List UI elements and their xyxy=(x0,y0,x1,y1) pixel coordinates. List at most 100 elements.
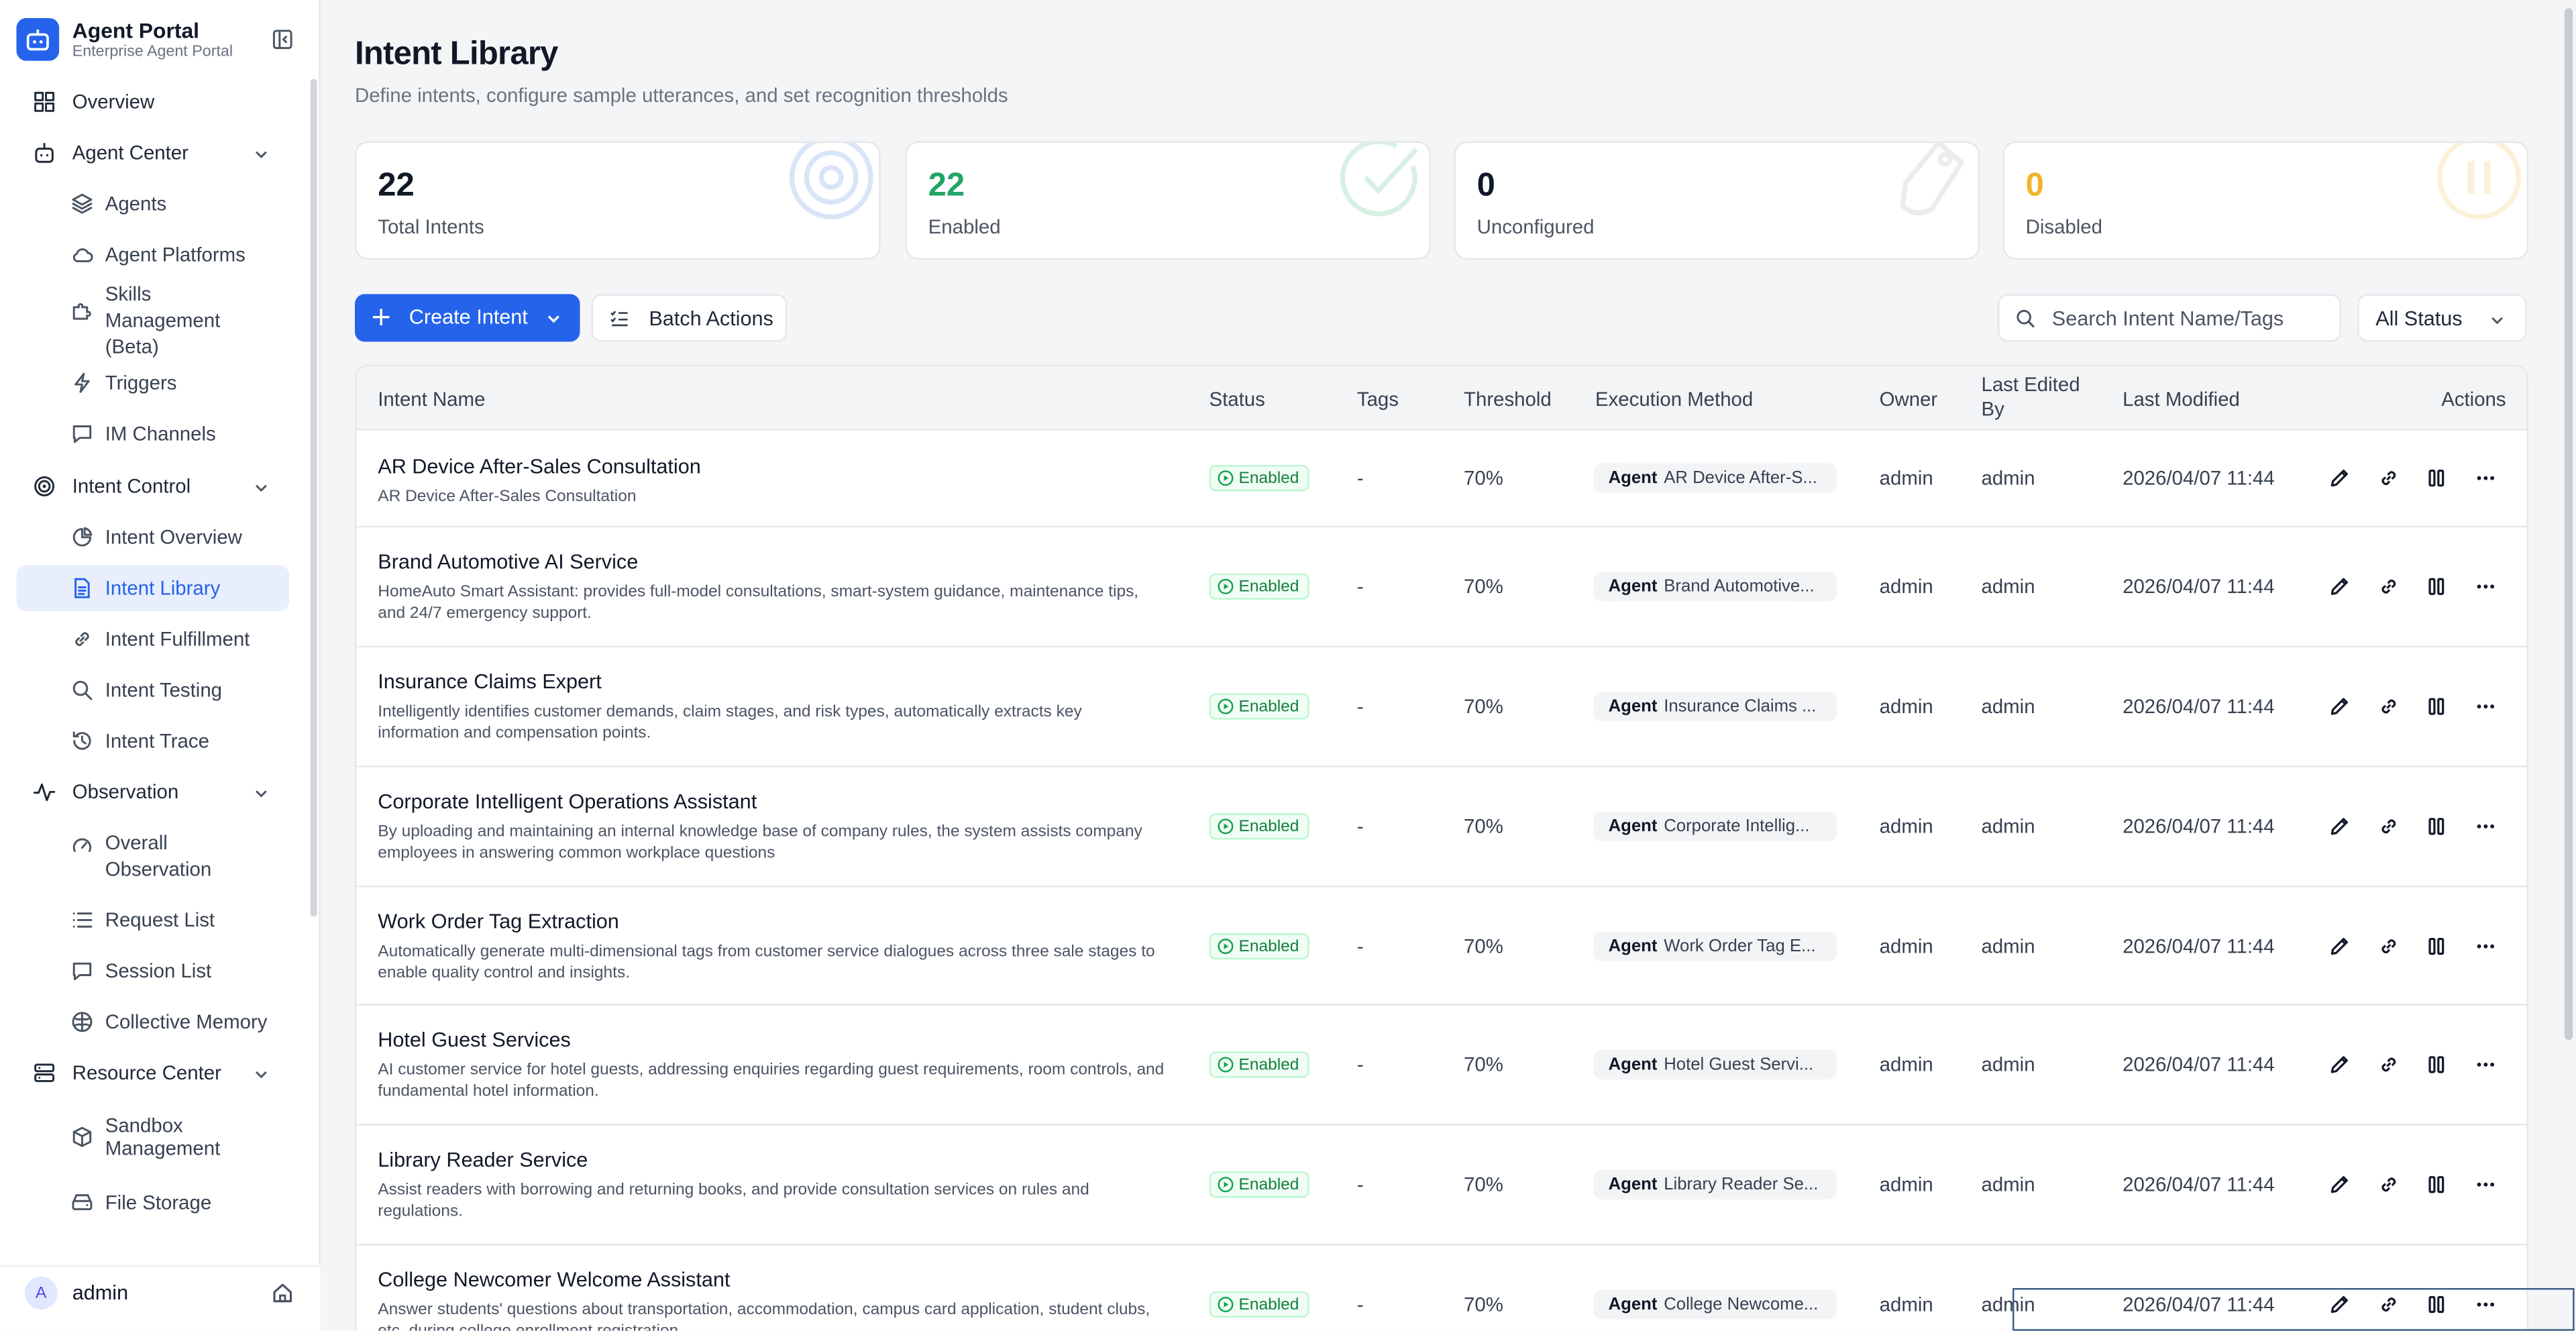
user-name[interactable]: admin xyxy=(72,1281,128,1304)
chevron-down-icon[interactable] xyxy=(253,784,269,800)
sidebar-item-agent-platforms[interactable]: Agent Platforms xyxy=(16,231,289,278)
last-edited-by-cell: admin xyxy=(1981,935,2035,958)
col-tags[interactable]: Tags xyxy=(1357,388,1399,411)
more-icon[interactable] xyxy=(2474,467,2497,490)
col-last-edited-by[interactable]: Last Edited By xyxy=(1981,373,2096,422)
sidebar-item-intent-control[interactable]: Intent Control xyxy=(16,464,289,510)
home-icon[interactable] xyxy=(271,1281,294,1304)
chevron-down-icon[interactable] xyxy=(253,478,269,494)
edit-icon[interactable] xyxy=(2328,695,2351,718)
intent-name[interactable]: Hotel Guest Services xyxy=(378,1028,571,1051)
link-icon[interactable] xyxy=(2377,1053,2400,1076)
sidebar-item-intent-library[interactable]: Intent Library xyxy=(16,565,290,612)
chevron-down-icon[interactable] xyxy=(545,311,561,327)
execution-method-tag[interactable]: Agent Hotel Guest Servi... xyxy=(1593,1049,1837,1079)
col-owner[interactable]: Owner xyxy=(1880,388,1938,411)
sidebar-item-skills-management-beta[interactable]: Skills Management (Beta) xyxy=(16,282,289,358)
link-icon[interactable] xyxy=(2377,1173,2400,1196)
link-icon[interactable] xyxy=(2377,815,2400,838)
more-icon[interactable] xyxy=(2474,695,2497,718)
sidebar-item-overall-observation[interactable]: Overall Observation xyxy=(16,828,289,884)
intent-name[interactable]: AR Device After-Sales Consultation xyxy=(378,455,701,478)
pause-icon[interactable] xyxy=(2425,467,2448,490)
sidebar-item-intent-trace[interactable]: Intent Trace xyxy=(16,718,289,764)
more-icon[interactable] xyxy=(2474,1173,2497,1196)
sidebar-item-im-channels[interactable]: IM Channels xyxy=(16,411,289,457)
col-status[interactable]: Status xyxy=(1209,388,1265,411)
sidebar-item-intent-testing[interactable]: Intent Testing xyxy=(16,667,289,713)
intent-name[interactable]: Library Reader Service xyxy=(378,1149,588,1171)
table-row[interactable]: Hotel Guest Services AI customer service… xyxy=(356,1006,2527,1126)
sidebar-item-session-list[interactable]: Session List xyxy=(16,948,289,994)
execution-method-tag[interactable]: Agent College Newcome... xyxy=(1593,1289,1837,1320)
create-intent-button[interactable]: Create Intent xyxy=(354,294,580,342)
batch-actions-button[interactable]: Batch Actions xyxy=(591,294,788,342)
sidebar-item-observation[interactable]: Observation xyxy=(16,769,289,815)
sidebar-item-overview[interactable]: Overview xyxy=(16,79,289,125)
brand[interactable]: Agent Portal Enterprise Agent Portal xyxy=(16,15,312,64)
sidebar-item-agents[interactable]: Agents xyxy=(16,180,289,227)
intent-name[interactable]: Corporate Intelligent Operations Assista… xyxy=(378,790,757,813)
edit-icon[interactable] xyxy=(2328,815,2351,838)
table-row[interactable]: Corporate Intelligent Operations Assista… xyxy=(356,767,2527,888)
execution-method-tag[interactable]: Agent Corporate Intellig... xyxy=(1593,811,1837,841)
pause-icon[interactable] xyxy=(2425,1053,2448,1076)
grid-icon xyxy=(33,91,56,113)
col-intent-name[interactable]: Intent Name xyxy=(378,388,485,411)
edit-icon[interactable] xyxy=(2328,467,2351,490)
link-icon[interactable] xyxy=(2377,695,2400,718)
play-circle-icon xyxy=(1218,1296,1234,1313)
execution-method-tag[interactable]: Agent Work Order Tag E... xyxy=(1593,931,1837,961)
sidebar-item-intent-overview[interactable]: Intent Overview xyxy=(16,515,289,561)
edit-icon[interactable] xyxy=(2328,575,2351,598)
sidebar-scrollbar[interactable] xyxy=(310,78,317,917)
more-icon[interactable] xyxy=(2474,575,2497,598)
execution-method-tag[interactable]: Agent Insurance Claims ... xyxy=(1593,692,1837,722)
link-icon[interactable] xyxy=(2377,467,2400,490)
collapse-sidebar-icon[interactable] xyxy=(272,28,292,50)
intent-name[interactable]: Insurance Claims Expert xyxy=(378,670,601,693)
search-box[interactable] xyxy=(1997,294,2341,342)
sidebar-item-file-storage[interactable]: File Storage xyxy=(16,1179,289,1226)
more-icon[interactable] xyxy=(2474,815,2497,838)
intent-name[interactable]: Work Order Tag Extraction xyxy=(378,910,619,933)
sidebar-item-resource-center[interactable]: Resource Center xyxy=(16,1050,289,1096)
col-execution-method[interactable]: Execution Method xyxy=(1595,388,1753,411)
edit-icon[interactable] xyxy=(2328,1053,2351,1076)
chevron-down-icon[interactable] xyxy=(253,145,269,161)
status-filter-select[interactable]: All Status xyxy=(2357,294,2527,342)
sidebar-item-sandbox-management[interactable]: Sandbox Management xyxy=(16,1114,289,1160)
avatar[interactable]: A xyxy=(24,1276,58,1310)
table-row[interactable]: Brand Automotive AI Service HomeAuto Sma… xyxy=(356,527,2527,647)
pause-icon[interactable] xyxy=(2425,935,2448,957)
more-icon[interactable] xyxy=(2474,935,2497,957)
col-last-modified[interactable]: Last Modified xyxy=(2123,388,2240,411)
col-threshold[interactable]: Threshold xyxy=(1464,388,1552,411)
link-icon[interactable] xyxy=(2377,935,2400,957)
search-input[interactable] xyxy=(2051,304,2332,334)
table-row[interactable]: Library Reader Service Assist readers wi… xyxy=(356,1126,2527,1246)
intent-name[interactable]: Brand Automotive AI Service xyxy=(378,550,638,573)
pause-icon[interactable] xyxy=(2425,815,2448,838)
execution-method-tag[interactable]: Agent Brand Automotive... xyxy=(1593,572,1837,602)
pause-icon[interactable] xyxy=(2425,575,2448,598)
table-row[interactable]: Insurance Claims Expert Intelligently id… xyxy=(356,647,2527,767)
link-icon[interactable] xyxy=(2377,575,2400,598)
sidebar-item-request-list[interactable]: Request List xyxy=(16,897,289,943)
edit-icon[interactable] xyxy=(2328,1173,2351,1196)
table-row[interactable]: Work Order Tag Extraction Automatically … xyxy=(356,887,2527,1006)
pause-icon[interactable] xyxy=(2425,695,2448,718)
sidebar-item-triggers[interactable]: Triggers xyxy=(16,360,289,406)
more-icon[interactable] xyxy=(2474,1053,2497,1076)
chevron-down-icon[interactable] xyxy=(253,1065,269,1081)
intent-name[interactable]: College Newcomer Welcome Assistant xyxy=(378,1269,730,1291)
sidebar-item-intent-fulfillment[interactable]: Intent Fulfillment xyxy=(16,616,289,662)
execution-method-tag[interactable]: Agent Library Reader Se... xyxy=(1593,1169,1837,1200)
main-scrollbar[interactable] xyxy=(2564,8,2573,1041)
edit-icon[interactable] xyxy=(2328,935,2351,957)
sidebar-item-agent-center[interactable]: Agent Center xyxy=(16,129,289,176)
table-row[interactable]: AR Device After-Sales Consultation AR De… xyxy=(356,431,2527,528)
pause-icon[interactable] xyxy=(2425,1173,2448,1196)
sidebar-item-collective-memory[interactable]: Collective Memory xyxy=(16,999,289,1045)
execution-method-tag[interactable]: Agent AR Device After-S... xyxy=(1593,463,1837,493)
